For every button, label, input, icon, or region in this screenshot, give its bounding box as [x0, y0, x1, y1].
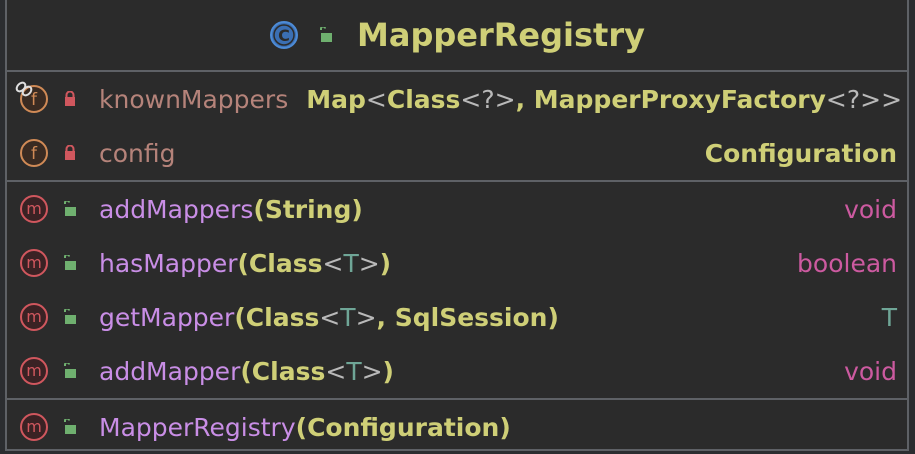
method-icon: m	[20, 413, 48, 441]
field-row-knownmappers[interactable]: f knownMappers Map<Class<?>, MapperProxy…	[7, 72, 907, 126]
method-row-addmapper[interactable]: m addMapper(Class<T>) void	[7, 344, 907, 398]
method-row-addmappers[interactable]: m addMappers(String) void	[7, 182, 907, 236]
return-type: T	[881, 302, 897, 332]
field-type: Configuration	[704, 138, 897, 168]
method-signature: addMapper(Class<T>)	[99, 356, 394, 386]
method-icon: m	[20, 303, 48, 331]
svg-text:m: m	[26, 417, 42, 436]
method-icon: m	[20, 249, 48, 277]
svg-text:m: m	[26, 361, 42, 380]
svg-text:m: m	[26, 199, 42, 218]
class-title: MapperRegistry	[357, 16, 645, 54]
constructor-row[interactable]: m MapperRegistry(Configuration)	[7, 400, 907, 454]
methods-section: m addMappers(String) void m hasMapper(Cl…	[7, 182, 907, 400]
method-signature: addMappers(String)	[99, 194, 363, 224]
method-icon: m	[20, 195, 48, 223]
field-name: config	[99, 138, 176, 168]
field-name: knownMappers	[99, 84, 289, 114]
svg-text:C: C	[278, 26, 290, 45]
private-lock-icon	[65, 91, 75, 106]
constructor-signature: MapperRegistry(Configuration)	[99, 412, 511, 442]
class-icon: C	[270, 21, 299, 49]
fields-section: f knownMappers Map<Class<?>, MapperProxy…	[7, 72, 907, 182]
field-row-config[interactable]: f config Configuration	[7, 126, 907, 180]
public-lock-icon	[64, 363, 76, 378]
method-row-hasmapper[interactable]: m hasMapper(Class<T>) boolean	[7, 236, 907, 290]
method-row-getmapper[interactable]: m getMapper(Class<T>, SqlSession) T	[7, 290, 907, 344]
public-lock-icon	[64, 201, 76, 216]
public-lock-icon	[64, 309, 76, 324]
svg-text:m: m	[26, 307, 42, 326]
field-icon: f	[20, 139, 48, 167]
private-lock-icon	[65, 145, 75, 160]
return-type: void	[844, 194, 897, 224]
link-icon	[15, 81, 33, 97]
svg-text:f: f	[31, 144, 38, 164]
svg-text:m: m	[26, 253, 42, 272]
public-lock-icon	[320, 27, 333, 42]
field-type: Map<Class<?>, MapperProxyFactory<?>>	[306, 84, 903, 114]
method-signature: hasMapper(Class<T>)	[99, 248, 392, 278]
class-header: C MapperRegistry	[7, 0, 907, 72]
return-type: void	[844, 356, 897, 386]
method-signature: getMapper(Class<T>, SqlSession)	[99, 302, 559, 332]
method-icon: m	[20, 357, 48, 385]
uml-class-box: C MapperRegistry f knownMappers Map<Clas…	[5, 0, 909, 451]
public-lock-icon	[64, 255, 76, 270]
constructors-section: m MapperRegistry(Configuration)	[7, 400, 907, 454]
return-type: boolean	[797, 248, 897, 278]
public-lock-icon	[64, 419, 76, 434]
